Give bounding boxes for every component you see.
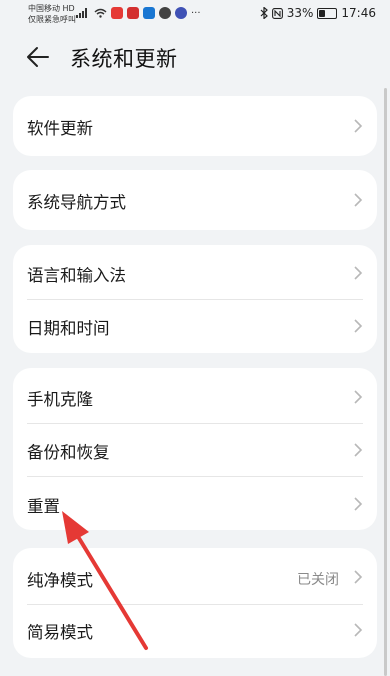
setting-label: 手机克隆: [27, 390, 93, 409]
setting-value: 已关闭: [297, 572, 339, 588]
scrollbar[interactable]: [384, 88, 387, 676]
emergency-calls-only: 仅限紧急呼叫: [28, 15, 76, 24]
setting-row-backup-restore[interactable]: 备份和恢复: [13, 423, 377, 476]
status-right: 33% 17:46: [260, 6, 376, 20]
header: 系统和更新: [0, 34, 390, 80]
app-notification-icon: [175, 7, 187, 19]
app-notification-icon: [111, 7, 123, 19]
wifi-icon: [94, 8, 107, 18]
setting-row-simple-mode[interactable]: 简易模式: [13, 604, 377, 658]
settings-group: 系统导航方式: [13, 170, 377, 230]
chevron-right-icon: [354, 497, 363, 511]
app-notification-icon: [127, 7, 139, 19]
app-notification-icon: [143, 7, 155, 19]
notification-icons: ···: [76, 7, 201, 19]
settings-group: 纯净模式 已关闭 简易模式: [13, 548, 377, 658]
settings-group: 手机克隆 备份和恢复 重置: [13, 368, 377, 530]
chevron-right-icon: [354, 119, 363, 133]
setting-row-reset[interactable]: 重置: [13, 476, 377, 530]
setting-row-language-input[interactable]: 语言和输入法: [13, 245, 377, 299]
battery-level: [319, 9, 325, 17]
nfc-icon: [271, 7, 283, 19]
back-arrow-icon[interactable]: [24, 43, 52, 71]
setting-row-pure-mode[interactable]: 纯净模式 已关闭: [13, 548, 377, 604]
chevron-right-icon: [354, 193, 363, 207]
setting-row-phone-clone[interactable]: 手机克隆: [13, 368, 377, 423]
battery-icon: [317, 7, 338, 19]
setting-label: 日期和时间: [27, 319, 110, 338]
more-notifications-icon: ···: [191, 7, 201, 19]
setting-label: 语言和输入法: [27, 266, 126, 285]
battery-percent: 33%: [286, 6, 314, 20]
setting-row-date-time[interactable]: 日期和时间: [13, 299, 377, 353]
chevron-right-icon: [354, 319, 363, 333]
settings-group: 语言和输入法 日期和时间: [13, 245, 377, 353]
app-notification-icon: [159, 7, 171, 19]
setting-label: 重置: [27, 497, 60, 516]
setting-label: 简易模式: [27, 623, 93, 642]
bluetooth-icon: [260, 7, 268, 19]
setting-row-system-navigation[interactable]: 系统导航方式: [13, 170, 377, 230]
carrier-info: 中国移动 HD 仅限紧急呼叫: [28, 3, 76, 25]
setting-label: 系统导航方式: [27, 193, 126, 212]
signal-icon: [76, 8, 87, 18]
clock: 17:46: [341, 6, 376, 20]
chevron-right-icon: [354, 623, 363, 637]
chevron-right-icon: [354, 390, 363, 404]
setting-label: 备份和恢复: [27, 443, 110, 462]
chevron-right-icon: [354, 443, 363, 457]
setting-row-software-update[interactable]: 软件更新: [13, 96, 377, 156]
settings-group: 软件更新: [13, 96, 377, 156]
chevron-right-icon: [354, 570, 363, 584]
carrier-name: 中国移动 HD: [28, 4, 75, 13]
chevron-right-icon: [354, 266, 363, 280]
page-title: 系统和更新: [70, 47, 178, 71]
setting-label: 软件更新: [27, 119, 93, 138]
setting-label: 纯净模式: [27, 571, 93, 590]
status-bar: 中国移动 HD 仅限紧急呼叫 ··· 33% 17:46: [0, 0, 390, 30]
